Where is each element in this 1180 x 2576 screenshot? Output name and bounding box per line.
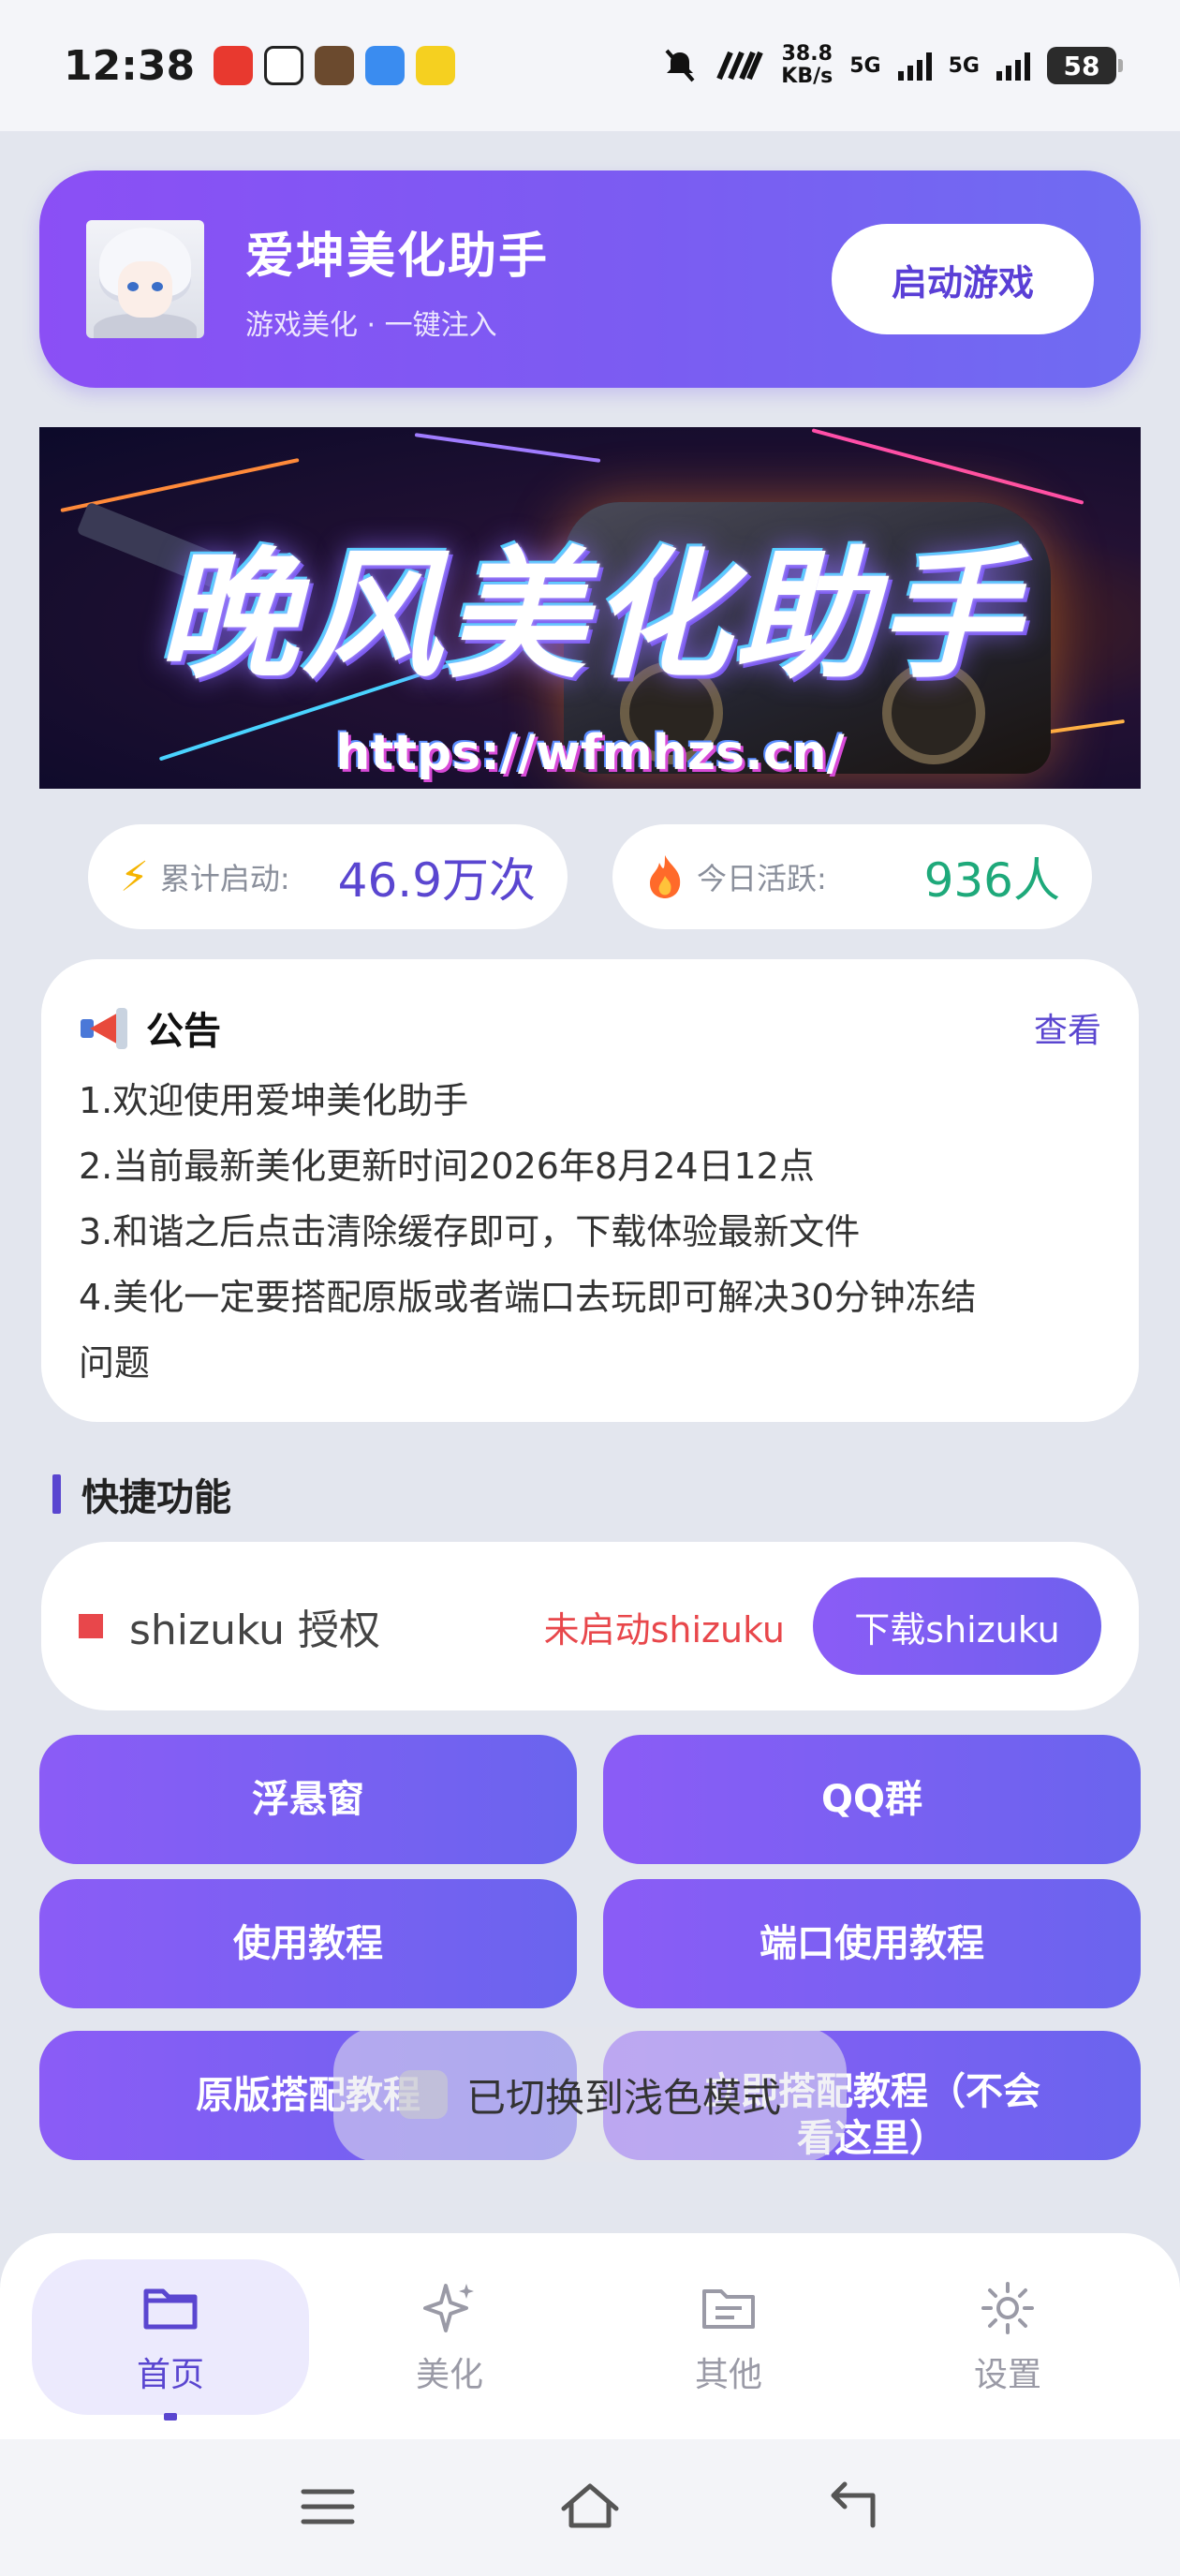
app-icon	[398, 2070, 448, 2119]
stat-today-active: 今日活跃: 936人	[612, 824, 1092, 929]
app-notification-icon	[264, 46, 304, 85]
bottom-nav: 首页 美化 其他 设置	[0, 2233, 1180, 2439]
shizuku-card: shizuku 授权 未启动shizuku 下载shizuku	[41, 1542, 1139, 1710]
notice-view-link[interactable]: 查看	[1034, 1003, 1101, 1052]
nav-item-beautify[interactable]: 美化	[311, 2259, 588, 2415]
toast-text: 已切换到浅色模式	[465, 2074, 781, 2121]
nav-label: 其他	[694, 2356, 762, 2394]
folder-icon	[143, 2288, 198, 2330]
section-title: 快捷功能	[81, 1476, 231, 1519]
signal-icon	[897, 51, 932, 81]
app-notification-icon	[315, 46, 355, 85]
avatar	[86, 220, 204, 338]
app-header-card: 爱坤美化助手 游戏美化 · 一键注入 启动游戏	[39, 170, 1141, 388]
sparkle-icon	[423, 2284, 474, 2332]
folder-doc-icon	[702, 2289, 755, 2329]
quick-functions-header: 快捷功能	[52, 1467, 231, 1521]
shizuku-label: shizuku 授权	[129, 1606, 381, 1654]
section-accent-bar	[52, 1474, 61, 1514]
banner-title: 晚风美化助手	[156, 535, 1023, 698]
stat-total-value: 46.9万次	[337, 853, 536, 908]
port-tutorial-button[interactable]: 端口使用教程	[603, 1879, 1141, 2008]
signal-2-label: 5G	[948, 53, 980, 78]
signal-1-label: 5G	[849, 53, 881, 78]
notice-card: 公告 查看 1.欢迎使用爱坤美化助手 2.当前最新美化更新时间2026年8月24…	[41, 959, 1139, 1422]
system-nav-bar	[0, 2439, 1180, 2576]
banner-url: https://wfmhzs.cn/	[335, 725, 845, 781]
floating-window-button[interactable]: 浮悬窗	[39, 1735, 577, 1864]
nav-label: 设置	[973, 2356, 1041, 2394]
stat-total-label: 累计启动:	[159, 861, 290, 896]
net-speed: 38.8 KB/s	[781, 42, 833, 88]
mute-icon	[665, 49, 695, 82]
notice-line: 1.欢迎使用爱坤美化助手	[79, 1080, 469, 1121]
home-icon[interactable]	[553, 2477, 627, 2537]
status-indicator-icon	[79, 1614, 103, 1638]
active-indicator	[164, 2413, 177, 2421]
stat-total-launches: ⚡ 累计启动: 46.9万次	[88, 824, 568, 929]
app-notification-icon	[214, 46, 254, 85]
megaphone-icon	[79, 1006, 129, 1049]
battery-icon: 58	[1047, 47, 1123, 84]
stat-active-label: 今日活跃:	[697, 861, 827, 896]
notice-line: 2.当前最新美化更新时间2026年8月24日12点	[79, 1146, 815, 1187]
notice-line: 问题	[79, 1342, 151, 1384]
nav-item-settings[interactable]: 设置	[869, 2259, 1146, 2415]
nav-label: 首页	[136, 2356, 204, 2394]
app-subtitle: 游戏美化 · 一键注入	[245, 308, 497, 342]
launch-game-button[interactable]: 启动游戏	[832, 224, 1094, 334]
status-bar: 12:38 38.8 KB/s 5G 5G 58	[0, 0, 1180, 131]
app-notification-icon	[365, 46, 406, 85]
status-time: 12:38	[64, 41, 196, 90]
promo-banner[interactable]: 晚风美化助手 https://wfmhzs.cn/	[39, 427, 1141, 789]
menu-icon[interactable]	[290, 2477, 365, 2537]
notice-line: 4.美化一定要搭配原版或者端口去玩即可解决30分钟冻结	[79, 1277, 977, 1318]
nav-item-other[interactable]: 其他	[590, 2259, 867, 2415]
toast-message: 已切换到浅色模式	[333, 2027, 847, 2162]
stat-active-value: 936人	[923, 853, 1060, 908]
app-notification-icon	[416, 46, 456, 85]
app-title: 爱坤美化助手	[245, 228, 550, 285]
nav-item-home[interactable]: 首页	[32, 2259, 309, 2421]
download-shizuku-button[interactable]: 下载shizuku	[813, 1577, 1101, 1675]
lightning-icon: ⚡	[120, 852, 149, 901]
usage-tutorial-button[interactable]: 使用教程	[39, 1879, 577, 2008]
qq-group-button[interactable]: QQ群	[603, 1735, 1141, 1864]
nav-label: 美化	[415, 2356, 483, 2394]
notice-title: 公告	[146, 1010, 221, 1053]
shizuku-status: 未启动shizuku	[543, 1608, 785, 1651]
fire-icon	[650, 855, 681, 898]
notice-line: 3.和谐之后点击清除缓存即可，下载体验最新文件	[79, 1211, 861, 1252]
sun-gear-icon	[981, 2282, 1034, 2334]
hd-icon	[716, 51, 764, 81]
signal-icon	[996, 51, 1030, 81]
back-icon[interactable]	[815, 2477, 890, 2537]
